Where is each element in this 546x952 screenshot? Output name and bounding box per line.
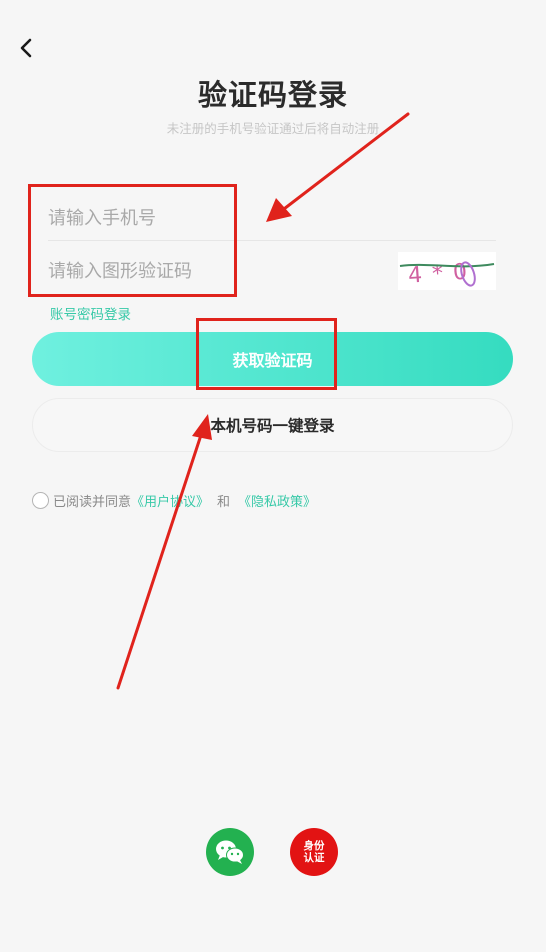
- password-login-link[interactable]: 账号密码登录: [50, 303, 131, 323]
- agreement-and: 和: [217, 495, 231, 510]
- back-button[interactable]: [12, 34, 40, 62]
- id-auth-button[interactable]: 身份 认证: [290, 828, 338, 876]
- page-title: 验证码登录: [197, 78, 348, 112]
- id-auth-icon: 身份 认证: [304, 840, 325, 864]
- get-code-button[interactable]: 获取验证码: [32, 332, 513, 386]
- field-divider: [48, 240, 496, 241]
- agree-radio[interactable]: [32, 492, 49, 509]
- chevron-left-icon: [20, 38, 32, 58]
- arrow-to-button: [116, 414, 212, 690]
- annotation-arrows: [116, 112, 410, 690]
- phone-input[interactable]: [48, 190, 496, 246]
- captcha-input[interactable]: [48, 243, 378, 299]
- agreement-prefix: 已阅读并同意: [53, 495, 132, 510]
- captcha-image[interactable]: 4*0: [398, 252, 496, 290]
- captcha-graphic: 4*0: [399, 259, 495, 289]
- one-click-login-button[interactable]: 本机号码一键登录: [32, 398, 513, 452]
- id-auth-line2: 认证: [303, 852, 325, 864]
- agreement-row: 已阅读并同意 《用户协议》 和 《隐私政策》: [32, 491, 316, 510]
- id-auth-line1: 身份: [303, 840, 325, 852]
- wechat-icon: [216, 840, 244, 864]
- privacy-policy-link[interactable]: 《隐私政策》: [238, 491, 316, 510]
- page-subtitle: 未注册的手机号验证通过后将自动注册: [166, 121, 380, 136]
- user-agreement-link[interactable]: 《用户协议》: [131, 491, 209, 510]
- wechat-login-button[interactable]: [206, 828, 254, 876]
